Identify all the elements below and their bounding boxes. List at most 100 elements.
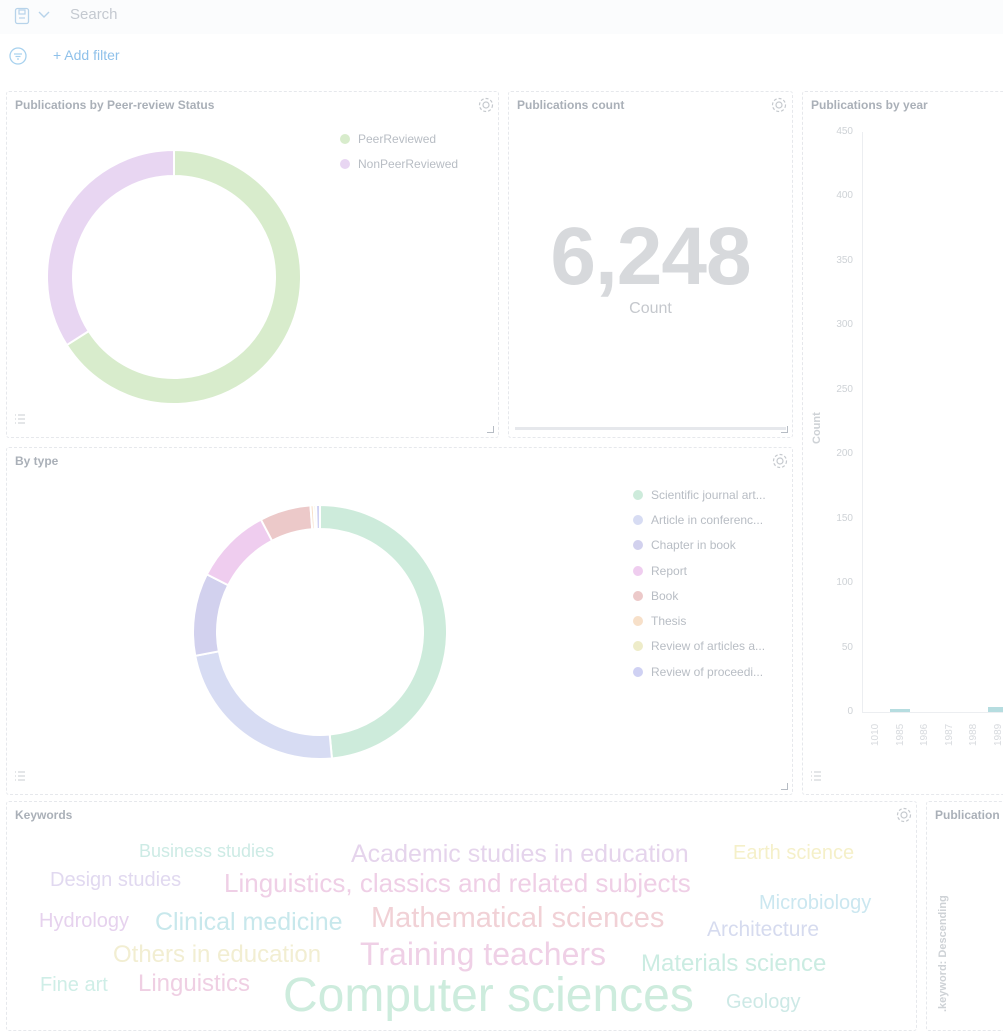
legend-color-dot	[633, 566, 643, 576]
query-bar: Search	[0, 0, 1003, 34]
donut-slice-nonpeerreviewed[interactable]	[47, 150, 174, 345]
keyword-word[interactable]: Clinical medicine	[155, 910, 343, 935]
x-tick-label: 1988	[968, 724, 979, 746]
legend-item[interactable]: Article in conferenc...	[633, 507, 766, 532]
gear-icon[interactable]	[477, 96, 495, 119]
gear-icon[interactable]	[895, 806, 913, 829]
keyword-word[interactable]: Earth science	[733, 843, 854, 863]
keyword-word[interactable]: Others in education	[113, 943, 321, 967]
legend-label: NonPeerReviewed	[358, 157, 458, 171]
legend-label: Review of proceedi...	[651, 665, 763, 679]
panel-title: By type	[15, 454, 58, 468]
legend-color-dot	[340, 134, 350, 144]
legend-label: Chapter in book	[651, 538, 736, 552]
by-type-legend: Scientific journal art... Article in conf…	[633, 482, 766, 684]
x-tick-label: 1986	[919, 724, 930, 746]
chevron-down-icon[interactable]	[36, 7, 52, 28]
keyword-word[interactable]: Architecture	[707, 919, 819, 940]
filter-bar: + Add filter	[0, 38, 1003, 74]
legend-item[interactable]: Report	[633, 558, 766, 583]
y-tick-label: 50	[825, 642, 853, 653]
resize-handle[interactable]	[781, 783, 788, 790]
legend-item[interactable]: Review of articles a...	[633, 634, 766, 659]
legend-item[interactable]: Scientific journal art...	[633, 482, 766, 507]
legend-color-dot	[633, 490, 643, 500]
donut-slice-chapter-in-book[interactable]	[193, 574, 228, 655]
keyword-word[interactable]: Geology	[726, 992, 801, 1012]
legend-toggle-icon[interactable]	[809, 769, 823, 788]
donut-slice-book[interactable]	[261, 505, 312, 540]
resize-handle[interactable]	[487, 426, 494, 433]
panel-publications-by-year: Publications by year Count 4504003503002…	[802, 91, 1003, 795]
gear-icon[interactable]	[771, 452, 789, 475]
keyword-word[interactable]: Linguistics	[138, 972, 250, 996]
y-tick-label: 350	[825, 255, 853, 266]
y-tick-label: 200	[825, 448, 853, 459]
panel-publications-side: Publication .keyword: Descending	[926, 801, 1003, 1031]
legend-label: Review of articles a...	[651, 639, 765, 653]
panel-title: Publications by year	[811, 98, 928, 112]
keyword-word[interactable]: Hydrology	[39, 911, 129, 931]
panel-by-type: By type Scientific journal art... Article…	[6, 447, 793, 795]
panel-title: Publications by Peer-review Status	[15, 98, 214, 112]
panel-title: Publication	[935, 808, 1000, 822]
year-bar[interactable]	[988, 707, 1003, 712]
add-filter-button[interactable]: + Add filter	[53, 47, 120, 63]
legend-label: Thesis	[651, 614, 686, 628]
legend-toggle-icon[interactable]	[13, 412, 27, 431]
keyword-word[interactable]: Mathematical sciences	[371, 904, 664, 933]
donut-slice-scientific-journal-art[interactable]	[320, 505, 447, 758]
keyword-word[interactable]: Computer sciences	[283, 972, 694, 1020]
axis-label: .keyword: Descending	[937, 895, 949, 1012]
filter-icon[interactable]	[8, 46, 28, 71]
keyword-word[interactable]: Design studies	[50, 870, 181, 890]
legend-label: Scientific journal art...	[651, 488, 766, 502]
peer-review-donut-chart	[46, 149, 302, 405]
metric-divider	[515, 427, 786, 430]
y-tick-label: 0	[825, 706, 853, 717]
donut-slice-report[interactable]	[207, 520, 272, 586]
legend-item[interactable]: Review of proceedi...	[633, 659, 766, 684]
keyword-word[interactable]: Training teachers	[360, 938, 606, 970]
by-type-donut-chart	[192, 504, 448, 760]
legend-item[interactable]: NonPeerReviewed	[340, 151, 458, 176]
keyword-word[interactable]: Business studies	[139, 842, 274, 860]
y-tick-label: 150	[825, 513, 853, 524]
resize-handle[interactable]	[781, 426, 788, 433]
y-axis-label: Count	[811, 412, 823, 444]
search-input[interactable]: Search	[70, 6, 118, 23]
x-tick-label: 1985	[895, 724, 906, 746]
keyword-word[interactable]: Linguistics, classics and related subjec…	[224, 870, 691, 896]
legend-color-dot	[633, 591, 643, 601]
legend-item[interactable]: PeerReviewed	[340, 126, 458, 151]
legend-color-dot	[633, 667, 643, 677]
legend-item[interactable]: Thesis	[633, 608, 766, 633]
donut-slice-article-in-conferenc[interactable]	[195, 651, 332, 759]
legend-label: PeerReviewed	[358, 132, 436, 146]
gear-icon[interactable]	[770, 96, 788, 119]
legend-item[interactable]: Book	[633, 583, 766, 608]
legend-color-dot	[633, 515, 643, 525]
year-bar[interactable]	[890, 709, 910, 712]
keyword-word[interactable]: Fine art	[40, 975, 108, 995]
y-tick-label: 400	[825, 190, 853, 201]
x-tick-label: 1010	[870, 724, 881, 746]
y-tick-label: 250	[825, 384, 853, 395]
x-tick-label: 1989	[993, 724, 1003, 746]
donut-slice-review-of-proceedi[interactable]	[316, 505, 320, 529]
legend-color-dot	[633, 616, 643, 626]
legend-toggle-icon[interactable]	[13, 769, 27, 788]
peer-review-legend: PeerReviewed NonPeerReviewed	[340, 126, 458, 177]
panel-title: Keywords	[15, 808, 72, 822]
legend-item[interactable]: Chapter in book	[633, 533, 766, 558]
keyword-word[interactable]: Microbiology	[759, 893, 871, 913]
legend-color-dot	[633, 540, 643, 550]
metric-label: Count	[509, 300, 792, 318]
legend-color-dot	[340, 159, 350, 169]
x-tick-label: 1987	[944, 724, 955, 746]
panel-peer-review: Publications by Peer-review Status PeerR…	[6, 91, 499, 438]
panel-keywords: Keywords Business studies Academic studi…	[6, 801, 917, 1031]
keyword-word[interactable]: Academic studies in education	[351, 842, 689, 867]
saved-query-icon[interactable]	[14, 7, 30, 30]
legend-label: Book	[651, 589, 678, 603]
